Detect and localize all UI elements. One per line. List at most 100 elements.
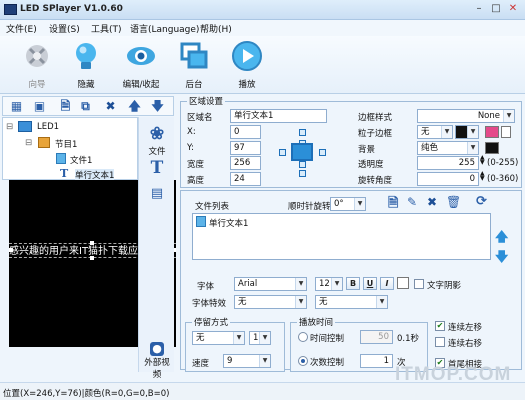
underline-button[interactable]: U bbox=[363, 277, 377, 290]
font-effect2-select[interactable]: 无 ▼ bbox=[315, 295, 388, 309]
menu-help[interactable]: 帮助(H) bbox=[200, 22, 232, 35]
font-select[interactable]: Arial ▼ bbox=[234, 277, 307, 291]
file-list-item[interactable]: 单行文本1 bbox=[209, 217, 248, 229]
area-name-input[interactable]: 单行文本1 bbox=[230, 109, 327, 123]
tree-node-file[interactable]: 文件1 bbox=[70, 154, 92, 166]
align-left[interactable] bbox=[279, 149, 286, 156]
trash-icon[interactable]: 🗑 bbox=[446, 195, 461, 209]
background-color-swatch[interactable] bbox=[485, 142, 499, 154]
program-node-icon bbox=[38, 137, 50, 148]
collapse-toggle[interactable]: ⊟ bbox=[6, 122, 13, 132]
width-label: 宽度 bbox=[187, 160, 205, 170]
close-button[interactable]: ✕ bbox=[505, 3, 521, 16]
maximize-button[interactable]: □ bbox=[488, 3, 504, 16]
background-button[interactable]: 后台 bbox=[171, 38, 217, 92]
stay-count-select[interactable]: 1 ▼ bbox=[249, 331, 271, 345]
font-effect-select[interactable]: 无 ▼ bbox=[234, 295, 307, 309]
spin-icon[interactable]: ▲ ▼ bbox=[480, 155, 485, 166]
align-right[interactable] bbox=[319, 149, 326, 156]
resize-handle[interactable] bbox=[90, 241, 94, 245]
align-bottom[interactable] bbox=[299, 170, 306, 177]
count-control-input[interactable]: 1 bbox=[360, 354, 393, 368]
new-file-icon[interactable]: 🗎 bbox=[58, 99, 73, 114]
hide-button[interactable]: 隐藏 bbox=[63, 38, 109, 92]
remove-file-icon[interactable]: ✖ bbox=[427, 195, 437, 209]
menu-file[interactable]: 文件(E) bbox=[6, 22, 37, 35]
minimize-button[interactable]: – bbox=[471, 3, 487, 16]
screen-icon[interactable]: ▣ bbox=[32, 99, 47, 114]
background-select[interactable]: 纯色 ▼ bbox=[417, 141, 479, 155]
resize-handle[interactable] bbox=[9, 248, 13, 252]
dropdown-arrow-icon: ▼ bbox=[259, 332, 270, 344]
align-top[interactable] bbox=[299, 129, 306, 136]
border-style-select[interactable]: None ▼ bbox=[417, 109, 515, 123]
play-icon bbox=[232, 41, 262, 71]
doc-type-button[interactable]: ▤ bbox=[141, 183, 173, 205]
menu-language[interactable]: 语言(Language) bbox=[130, 22, 199, 35]
text-type-button[interactable]: T bbox=[141, 157, 173, 179]
time-control-input[interactable]: 50 bbox=[360, 330, 393, 344]
count-control-radio[interactable] bbox=[298, 356, 308, 366]
x-input[interactable]: 0 bbox=[230, 125, 261, 139]
transparency-input[interactable]: 255 bbox=[417, 156, 479, 170]
file-list[interactable]: 单行文本1 bbox=[192, 213, 491, 260]
edit-icon[interactable]: ✎ bbox=[407, 195, 417, 209]
content-type-sidebar: ❀ 文件 T ▤ ● 外部视频 bbox=[138, 117, 174, 380]
play-button[interactable]: 播放 bbox=[224, 38, 270, 92]
time-control-radio[interactable] bbox=[298, 332, 308, 342]
refresh-icon[interactable]: ⟳ bbox=[476, 194, 487, 209]
resize-handle[interactable] bbox=[90, 256, 94, 260]
align-bottom-center[interactable] bbox=[299, 161, 306, 168]
bold-button[interactable]: B bbox=[346, 277, 360, 290]
tree-node-led[interactable]: LED1 bbox=[37, 122, 59, 132]
background-value: 纯色 bbox=[421, 143, 439, 153]
particle-border-select[interactable]: 无 ▼ bbox=[417, 125, 453, 139]
area-settings-title: 区域设置 bbox=[187, 95, 226, 107]
font-effect-value: 无 bbox=[238, 297, 247, 307]
move-down-icon[interactable]: 🡇 bbox=[495, 248, 508, 270]
particle-color-swatch[interactable] bbox=[485, 126, 499, 138]
external-video-label: 外部视频 bbox=[144, 358, 170, 380]
scroll-right-checkbox[interactable] bbox=[435, 337, 445, 347]
dropdown-arrow-icon: ▼ bbox=[467, 142, 478, 154]
tree-node-program[interactable]: 节目1 bbox=[55, 138, 77, 150]
x-label: X: bbox=[187, 127, 196, 137]
font-size-select[interactable]: 12 ▼ bbox=[315, 277, 343, 291]
transparency-label: 透明度 bbox=[358, 160, 384, 170]
edit-collapse-button[interactable]: 编辑/收起 bbox=[118, 38, 164, 92]
delete-icon[interactable]: ✖ bbox=[103, 99, 118, 114]
play-time-title: 播放时间 bbox=[297, 316, 336, 328]
y-input[interactable]: 97 bbox=[230, 141, 261, 155]
menu-settings[interactable]: 设置(S) bbox=[49, 22, 80, 35]
grid-icon[interactable]: ▦ bbox=[9, 99, 24, 114]
align-center[interactable] bbox=[291, 143, 313, 161]
rotate-select[interactable]: 0° ▼ bbox=[330, 197, 366, 211]
scroll-left-checkbox[interactable]: ✔ bbox=[435, 321, 445, 331]
collapse-toggle[interactable]: ⊟ bbox=[25, 138, 32, 148]
alignment-picker[interactable] bbox=[277, 127, 329, 179]
tree-toolbar: ▦ ▣ 🗎 ⧉ ✖ 🡅 🡇 bbox=[2, 96, 174, 116]
move-up-icon[interactable]: 🡅 bbox=[495, 228, 508, 250]
italic-button[interactable]: I bbox=[380, 277, 394, 290]
particle-border-value: 无 bbox=[421, 127, 430, 137]
text-shadow-checkbox[interactable] bbox=[414, 279, 424, 289]
font-color-swatch[interactable] bbox=[397, 277, 409, 289]
particle-style-select[interactable]: ▼ bbox=[455, 125, 479, 139]
spin-icon[interactable]: ▲ ▼ bbox=[480, 171, 485, 182]
scroll-right-label: 连续右移 bbox=[448, 339, 483, 349]
title-bar: LED SPlayer V1.0.60 – □ ✕ bbox=[0, 0, 525, 20]
external-video-button[interactable]: ● 外部视频 bbox=[141, 342, 173, 380]
move-down-icon[interactable]: 🡇 bbox=[150, 99, 165, 114]
copy-icon[interactable]: ⧉ bbox=[78, 99, 93, 114]
menu-tools[interactable]: 工具(T) bbox=[91, 22, 122, 35]
speed-select[interactable]: 9 ▼ bbox=[223, 354, 271, 368]
stay-mode-select[interactable]: 无 ▼ bbox=[192, 331, 245, 345]
move-up-icon[interactable]: 🡅 bbox=[127, 99, 142, 114]
width-input[interactable]: 256 bbox=[230, 156, 261, 170]
rotation-input[interactable]: 0 bbox=[417, 172, 479, 186]
eye-icon bbox=[127, 47, 155, 65]
file-type-button[interactable]: ❀ 文件 bbox=[141, 123, 173, 157]
particle-color-picker[interactable] bbox=[501, 126, 511, 138]
wizard-button[interactable]: 向导 bbox=[14, 38, 60, 92]
height-input[interactable]: 24 bbox=[230, 172, 261, 186]
